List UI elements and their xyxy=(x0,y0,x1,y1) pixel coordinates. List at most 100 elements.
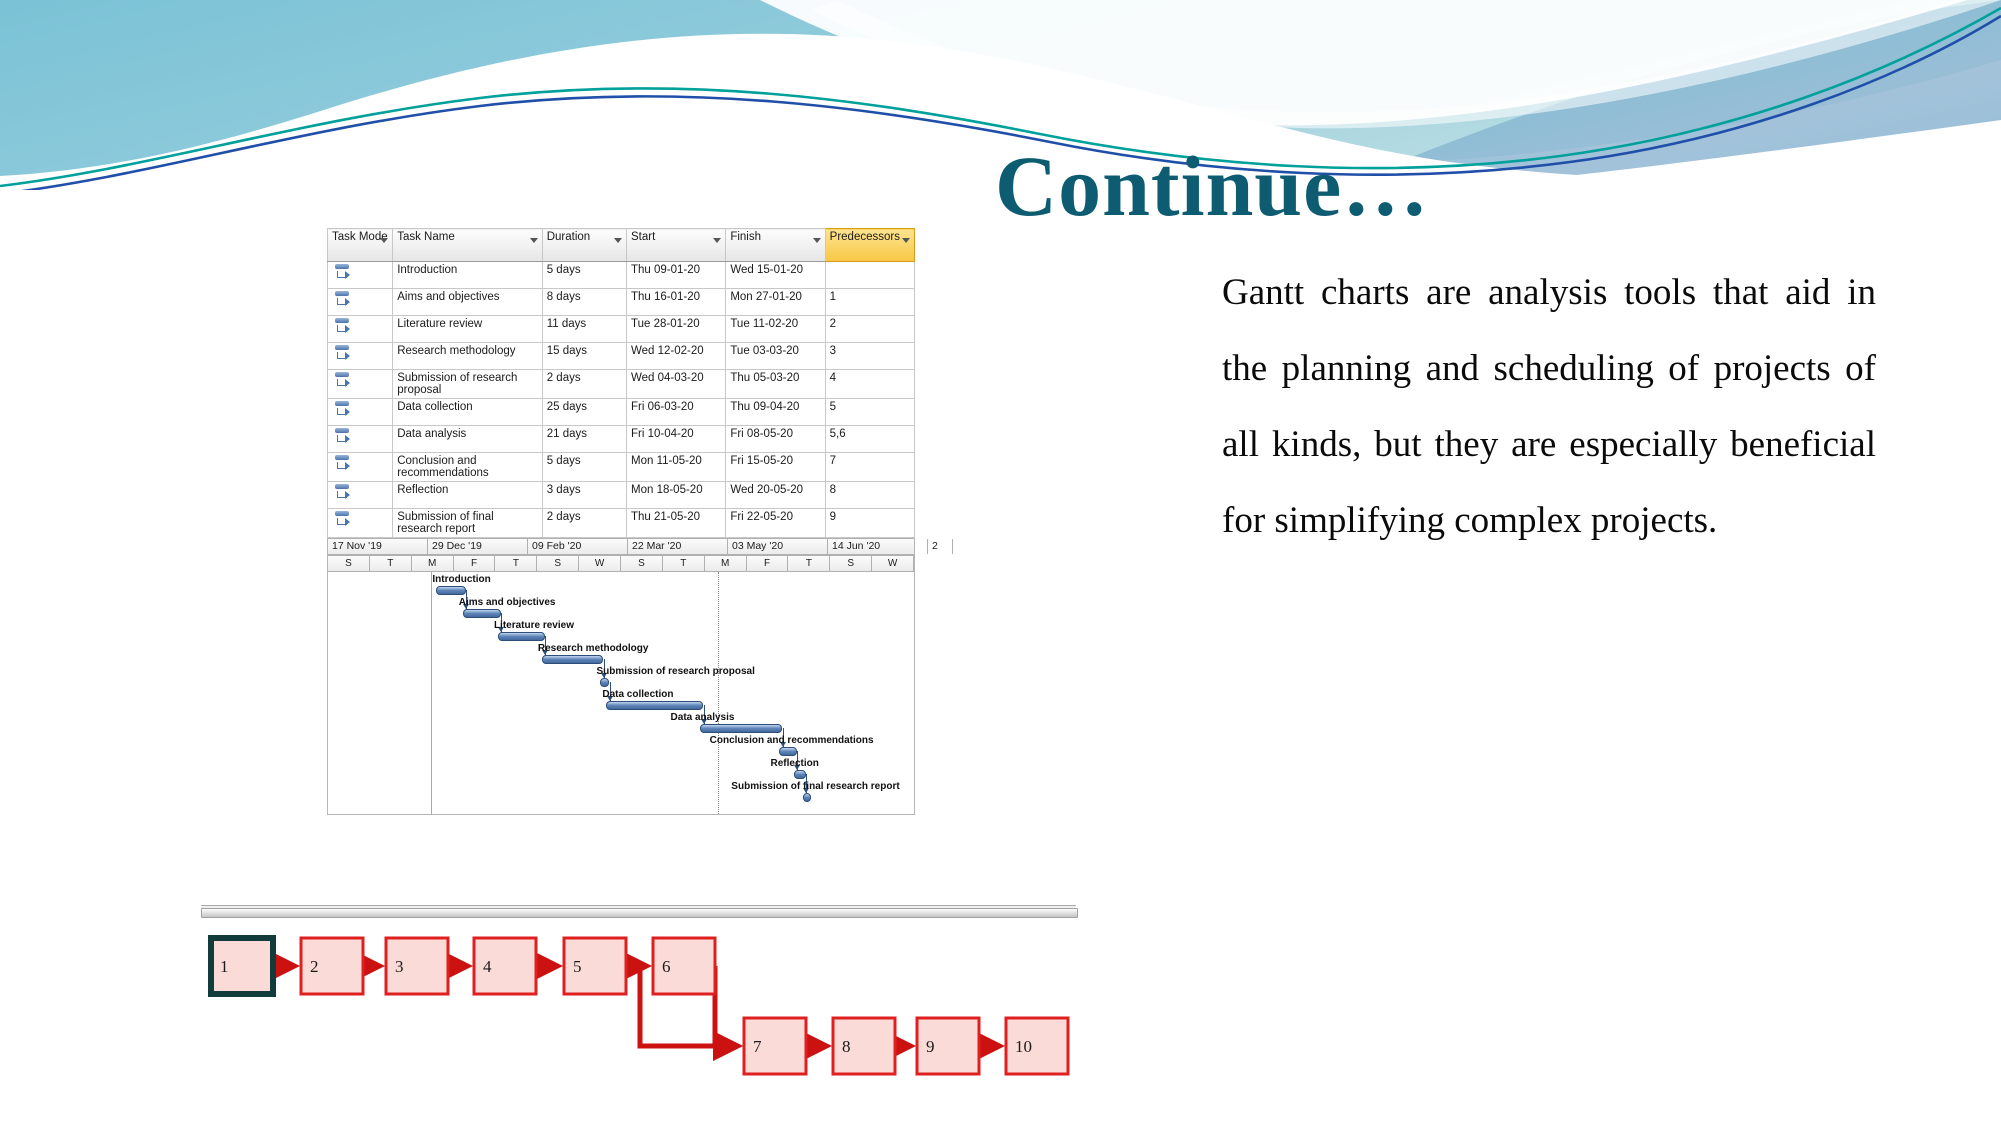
start-date-cell[interactable]: Wed 04-03-20 xyxy=(625,369,727,399)
start-date-cell[interactable]: Fri 10-04-20 xyxy=(625,425,727,453)
chevron-down-icon[interactable] xyxy=(614,238,622,243)
start-date-cell[interactable]: Fri 06-03-20 xyxy=(625,398,727,426)
start-date-cell[interactable]: Mon 18-05-20 xyxy=(625,481,727,509)
gantt-bar[interactable] xyxy=(436,586,466,595)
duration-cell[interactable]: 21 days xyxy=(541,425,628,453)
finish-date-cell[interactable]: Tue 11-02-20 xyxy=(725,315,826,343)
column-header-task-mode[interactable]: Task Mode xyxy=(326,228,394,262)
task-name-cell[interactable]: Research methodology xyxy=(392,342,543,370)
task-name-cell[interactable]: Reflection xyxy=(392,481,543,509)
network-node[interactable]: 7 xyxy=(742,1016,808,1076)
finish-date-cell[interactable]: Fri 15-05-20 xyxy=(725,452,826,482)
predecessors-cell[interactable]: 2 xyxy=(824,315,916,343)
gantt-bar[interactable] xyxy=(700,724,783,733)
task-mode-cell[interactable] xyxy=(326,508,394,538)
table-row[interactable]: Submission of final research report 2 day… xyxy=(326,508,916,538)
column-header-duration[interactable]: Duration xyxy=(541,228,628,262)
task-mode-cell[interactable] xyxy=(326,398,394,426)
table-row[interactable]: Submission of research proposal 2 days Wed… xyxy=(326,369,916,399)
start-date-cell[interactable]: Thu 21-05-20 xyxy=(625,508,727,538)
column-header-start[interactable]: Start xyxy=(625,228,727,262)
task-mode-cell[interactable] xyxy=(326,315,394,343)
finish-date-cell[interactable]: Fri 08-05-20 xyxy=(725,425,826,453)
network-node[interactable]: 6 xyxy=(651,936,717,996)
task-mode-cell[interactable] xyxy=(326,288,394,316)
predecessors-cell[interactable]: 3 xyxy=(824,342,916,370)
network-node[interactable]: 2 xyxy=(299,936,365,996)
column-header-predecessors[interactable]: Predecessors xyxy=(824,228,916,262)
table-row[interactable]: Literature review 11 days Tue 28-01-20 Tue … xyxy=(326,315,916,343)
task-mode-cell[interactable] xyxy=(326,261,394,289)
table-row[interactable]: Reflection 3 days Mon 18-05-20 Wed 20-05-20… xyxy=(326,481,916,509)
task-name-cell[interactable]: Submission of research proposal xyxy=(392,369,543,399)
column-header-finish[interactable]: Finish xyxy=(725,228,826,262)
duration-cell[interactable]: 2 days xyxy=(541,369,628,399)
chevron-down-icon[interactable] xyxy=(380,238,389,243)
task-name-cell[interactable]: Conclusion and recommendations xyxy=(392,452,543,482)
task-name-cell[interactable]: Submission of final research report xyxy=(392,508,543,538)
gantt-bar[interactable] xyxy=(779,747,797,756)
task-mode-cell[interactable] xyxy=(326,369,394,399)
duration-cell[interactable]: 3 days xyxy=(541,481,628,509)
task-mode-cell[interactable] xyxy=(326,425,394,453)
network-node[interactable]: 1 xyxy=(208,935,276,997)
duration-cell[interactable]: 8 days xyxy=(541,288,628,316)
predecessors-cell[interactable]: 8 xyxy=(824,481,916,509)
table-row[interactable]: Data analysis 21 days Fri 10-04-20 Fri 08-0… xyxy=(326,425,916,453)
network-node[interactable]: 8 xyxy=(831,1016,897,1076)
finish-date-cell[interactable]: Thu 05-03-20 xyxy=(725,369,826,399)
network-node[interactable]: 3 xyxy=(384,936,450,996)
start-date-cell[interactable]: Tue 28-01-20 xyxy=(625,315,727,343)
gantt-bar[interactable] xyxy=(793,770,806,779)
column-header-task-name[interactable]: Task Name xyxy=(392,228,543,262)
gantt-bar[interactable] xyxy=(600,678,610,687)
table-row[interactable]: Data collection 25 days Fri 06-03-20 Thu 09… xyxy=(326,398,916,426)
network-node[interactable]: 4 xyxy=(472,936,538,996)
table-row[interactable]: Introduction 5 days Thu 09-01-20 Wed 15-01-… xyxy=(326,261,916,289)
finish-date-cell[interactable]: Mon 27-01-20 xyxy=(725,288,826,316)
chevron-down-icon[interactable] xyxy=(529,238,538,243)
duration-cell[interactable]: 5 days xyxy=(541,452,628,482)
task-name-cell[interactable]: Introduction xyxy=(392,261,543,289)
task-mode-cell[interactable] xyxy=(326,452,394,482)
finish-date-cell[interactable]: Fri 22-05-20 xyxy=(725,508,826,538)
table-row[interactable]: Research methodology 15 days Wed 12-02-20 T… xyxy=(326,342,916,370)
table-row[interactable]: Aims and objectives 8 days Thu 16-01-20 Mon… xyxy=(326,288,916,316)
chevron-down-icon[interactable] xyxy=(713,238,722,243)
duration-cell[interactable]: 15 days xyxy=(541,342,628,370)
predecessors-cell[interactable]: 5 xyxy=(824,398,916,426)
finish-date-cell[interactable]: Wed 15-01-20 xyxy=(725,261,826,289)
gantt-bar[interactable] xyxy=(462,609,501,618)
predecessors-cell[interactable]: 9 xyxy=(824,508,916,538)
task-name-cell[interactable]: Data collection xyxy=(392,398,543,426)
task-name-cell[interactable]: Aims and objectives xyxy=(392,288,543,316)
start-date-cell[interactable]: Wed 12-02-20 xyxy=(625,342,727,370)
network-node[interactable]: 5 xyxy=(562,936,628,996)
duration-cell[interactable]: 2 days xyxy=(541,508,628,538)
task-name-cell[interactable]: Data analysis xyxy=(392,425,543,453)
scrollbar-thumb[interactable] xyxy=(201,908,1078,918)
finish-date-cell[interactable]: Wed 20-05-20 xyxy=(725,481,826,509)
gantt-bar[interactable] xyxy=(497,632,545,641)
finish-date-cell[interactable]: Tue 03-03-20 xyxy=(725,342,826,370)
table-row[interactable]: Conclusion and recommendations 5 days Mon … xyxy=(326,452,916,482)
task-mode-cell[interactable] xyxy=(326,342,394,370)
start-date-cell[interactable]: Thu 09-01-20 xyxy=(625,261,727,289)
predecessors-cell[interactable]: 4 xyxy=(824,369,916,399)
task-mode-cell[interactable] xyxy=(326,481,394,509)
task-name-cell[interactable]: Literature review xyxy=(392,315,543,343)
predecessors-cell[interactable] xyxy=(824,261,916,289)
gantt-bar[interactable] xyxy=(802,793,812,802)
predecessors-cell[interactable]: 1 xyxy=(824,288,916,316)
chevron-down-icon[interactable] xyxy=(902,238,910,243)
network-node[interactable]: 10 xyxy=(1004,1016,1070,1076)
gantt-bar[interactable] xyxy=(541,655,604,664)
start-date-cell[interactable]: Thu 16-01-20 xyxy=(625,288,727,316)
finish-date-cell[interactable]: Thu 09-04-20 xyxy=(725,398,826,426)
predecessors-cell[interactable]: 5,6 xyxy=(824,425,916,453)
duration-cell[interactable]: 5 days xyxy=(541,261,628,289)
predecessors-cell[interactable]: 7 xyxy=(824,452,916,482)
chevron-down-icon[interactable] xyxy=(812,238,821,243)
duration-cell[interactable]: 25 days xyxy=(541,398,628,426)
start-date-cell[interactable]: Mon 11-05-20 xyxy=(625,452,727,482)
